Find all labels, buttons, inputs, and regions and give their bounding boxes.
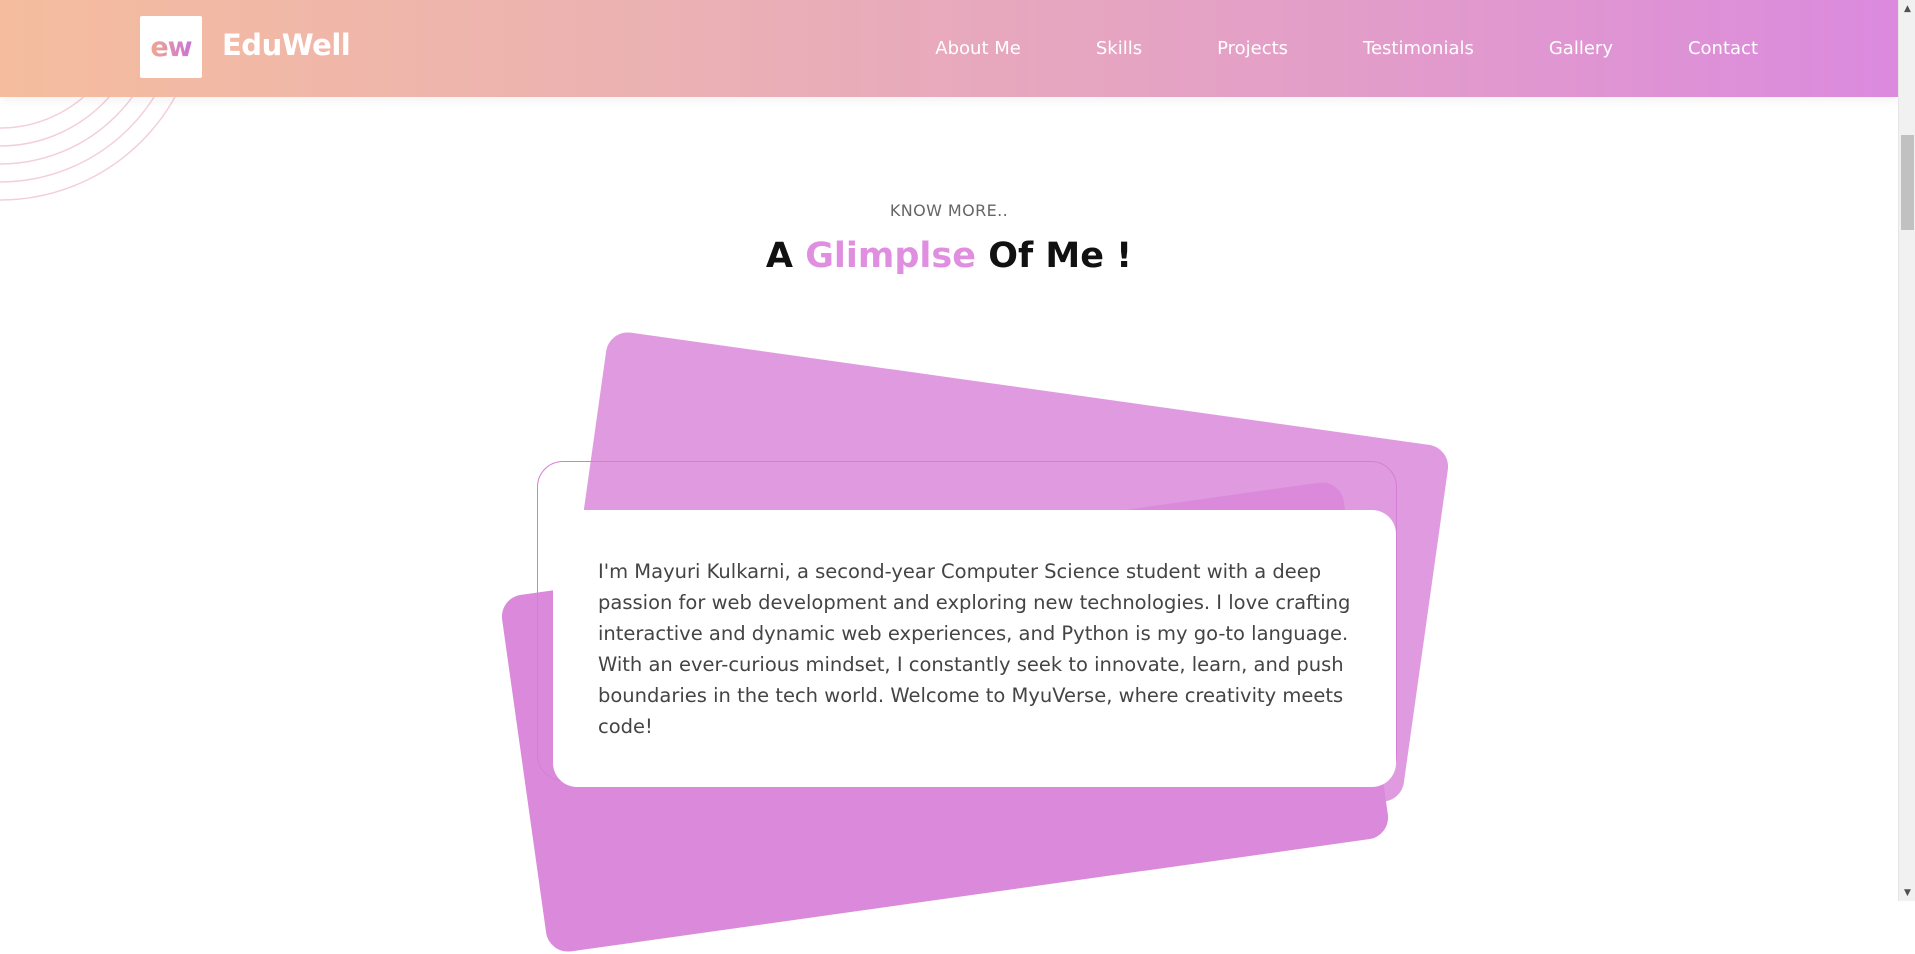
about-section: KNOW MORE.. A Glimplse Of Me ! I'm Mayur… — [0, 97, 1898, 954]
section-title: A Glimplse Of Me ! — [0, 236, 1898, 276]
section-eyebrow: KNOW MORE.. — [889, 201, 1009, 220]
triangle-up-icon[interactable]: ▲ — [1899, 0, 1915, 17]
main-nav: About Me Skills Projects Testimonials Ga… — [935, 0, 1758, 97]
scrollbar-thumb[interactable] — [1901, 135, 1914, 230]
about-card: I'm Mayuri Kulkarni, a second-year Compu… — [553, 510, 1396, 787]
logo[interactable]: ew — [140, 16, 202, 78]
nav-link-projects[interactable]: Projects — [1217, 38, 1288, 59]
nav-link-about-me[interactable]: About Me — [935, 38, 1021, 59]
title-prefix: A — [765, 236, 806, 276]
brand-name[interactable]: EduWell — [222, 28, 351, 62]
vertical-scrollbar[interactable]: ▲ ▼ — [1898, 0, 1915, 901]
title-suffix: Of Me ! — [976, 236, 1133, 276]
nav-link-testimonials[interactable]: Testimonials — [1363, 38, 1474, 59]
site-header: ew EduWell About Me Skills Projects Test… — [0, 0, 1898, 97]
triangle-down-icon[interactable]: ▼ — [1899, 884, 1915, 901]
logo-text: ew — [150, 31, 192, 63]
about-text: I'm Mayuri Kulkarni, a second-year Compu… — [598, 560, 1351, 738]
nav-link-gallery[interactable]: Gallery — [1549, 38, 1613, 59]
nav-link-contact[interactable]: Contact — [1688, 38, 1758, 59]
nav-link-skills[interactable]: Skills — [1096, 38, 1142, 59]
title-accent: Glimplse — [805, 236, 977, 276]
